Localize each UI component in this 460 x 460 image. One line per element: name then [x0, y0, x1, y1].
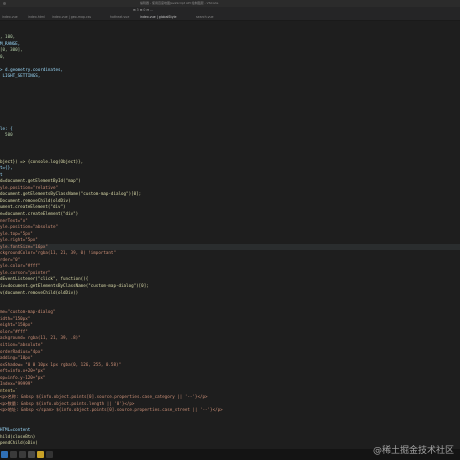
code-line: ument.createElement("div"): [0, 204, 66, 210]
code-line: ckgroundColor="rgba(11, 21, 39, 0) !impo…: [0, 250, 116, 256]
editor-tab-bar: ⊞ 3 ⊞ 0 ⊟ ... index.vue index.html index…: [0, 7, 460, 21]
watermark: @稀土掘金技术社区: [372, 446, 454, 456]
windows-logo-icon[interactable]: [1, 451, 8, 458]
tab-1[interactable]: index.vue: [2, 14, 18, 20]
code-line: olor="#fff": [0, 328, 28, 334]
window-title: 编辑器 - 使用百度地图JavaScript API 绘制图层 - VSCode: [140, 1, 219, 5]
taskview-icon[interactable]: [19, 451, 26, 458]
code-line: t={},: [0, 165, 13, 171]
code-line: LIGHT_SETTINGS,: [0, 73, 41, 79]
code-line: HTML=content: [0, 427, 31, 433]
title-bar: 编辑器 - 使用百度地图JavaScript API 绘制图层 - VSCode: [0, 0, 460, 7]
tab-4[interactable]: hotheat.vue: [110, 14, 129, 20]
code-line: nerText="x": [0, 217, 28, 223]
code-line: op=info.y-120+"px": [0, 374, 46, 380]
tab-6[interactable]: search.vue: [196, 14, 213, 20]
code-line: d=document.getElementById("map"): [0, 178, 81, 184]
code-line: t: [0, 171, 3, 177]
code-line: <p>名称: &nbsp ${info.object.points[0].sou…: [0, 394, 208, 400]
code-line: yle.cursor="pointer": [0, 269, 51, 275]
app-icon: [3, 2, 6, 5]
code-line: document.getElementsByClassName("custom-…: [0, 191, 142, 197]
code-line: ntent=`: [0, 387, 18, 393]
code-line: yle.position="relative": [0, 184, 58, 190]
code-line: yle.top="5px": [0, 230, 33, 236]
code-line: yle.right="5px": [0, 237, 38, 243]
code-line: yle.fontSize="16px": [0, 243, 460, 250]
code-line: eft=info.x+20+"px": [0, 368, 46, 374]
code-line: idth="150px": [0, 315, 31, 321]
chrome-icon[interactable]: [28, 451, 35, 458]
code-line: oxShadow= "0 0 10px 1px rgba(0, 126, 255…: [0, 361, 122, 367]
code-line: le: {: [0, 125, 13, 131]
tab-2[interactable]: index.html: [28, 14, 45, 20]
code-line: dEventListener("click", function(){: [0, 276, 89, 282]
code-line: bject}) => {console.log(Object)},: [0, 158, 84, 164]
code-line: rder="0": [0, 256, 21, 262]
code-line: me="custom-map-dialog": [0, 309, 56, 315]
code-line: yle.color="#fff": [0, 263, 41, 269]
code-line: e=document.createElement("div"): [0, 210, 79, 216]
code-line: v(document.removeChild(oldDiv)): [0, 289, 79, 295]
code-line: > d.geometry.coordinates,: [0, 66, 64, 72]
code-line: orderRadius="4px": [0, 348, 43, 354]
code-line: <p>地址: &nbsp </span> ${info.object.point…: [0, 407, 223, 413]
terminal-icon[interactable]: [46, 451, 53, 458]
code-editor[interactable]: , 100, M_RANGE, [0, 300], 0, > d.geometry.co…: [0, 21, 460, 449]
code-line: iv=document.getElementsByClassName("cust…: [0, 283, 149, 288]
code-line: sition="absolute": [0, 341, 43, 347]
code-line: yle.position="absolute": [0, 224, 58, 230]
code-line: Document.removeChild(oldDiv): [0, 197, 71, 203]
tab-3[interactable]: index.vue | geo-map.css: [52, 14, 91, 20]
code-line: ackground= rgba(11, 21, 39, .8)": [0, 335, 81, 341]
search-icon[interactable]: [10, 451, 17, 458]
explorer-icon[interactable]: [37, 451, 44, 458]
code-line: , 100,: [0, 34, 16, 40]
tab-5[interactable]: index.vue | globalStyle: [140, 14, 176, 20]
code-line: hild(closeBtn): [0, 433, 36, 439]
code-line: Index="99999": [0, 381, 33, 387]
code-line: [0, 300],: [0, 47, 23, 53]
code-line: M_RANGE,: [0, 40, 21, 46]
code-line: 500: [0, 132, 13, 138]
code-line: <p>数量: &nbsp ${info.object.points.length…: [0, 400, 135, 406]
code-line: 0,: [0, 53, 6, 59]
breadcrumb: ⊞ 3 ⊞ 0 ⊟ ...: [133, 8, 154, 12]
code-line: eight="150px": [0, 322, 33, 328]
code-line: adding="10px": [0, 355, 33, 361]
code-line: pendChild(oDiv): [0, 440, 38, 446]
